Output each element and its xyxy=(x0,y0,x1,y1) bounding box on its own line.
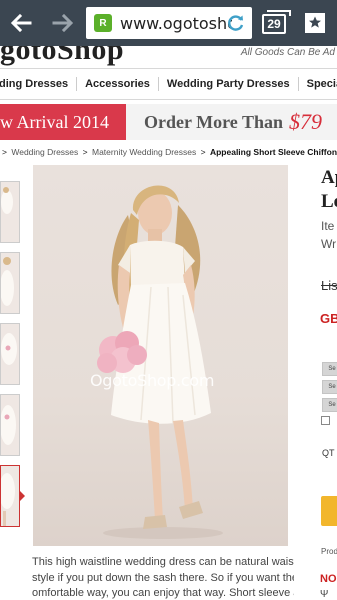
browser-toolbar: R www.ogotoshop.com 29 xyxy=(0,0,337,46)
thumbnail-image xyxy=(1,257,14,306)
back-button[interactable] xyxy=(6,8,36,38)
site-tagline: All Goods Can Be Ad xyxy=(240,47,335,58)
thumbnail-image xyxy=(1,187,13,214)
nav-item-special-occasion[interactable]: Special O xyxy=(299,77,337,91)
sale-price: GB xyxy=(320,311,337,326)
back-arrow-icon xyxy=(10,14,32,32)
nav-item-wedding-party-dresses[interactable]: Wedding Party Dresses xyxy=(159,77,299,91)
new-arrival-text: w Arrival 2014 xyxy=(0,111,109,132)
breadcrumb-wedding-dresses[interactable]: Wedding Dresses xyxy=(11,147,78,157)
breadcrumb-separator: > xyxy=(2,147,7,157)
size-select-button[interactable]: Se xyxy=(322,362,337,376)
description-line: style if you put down the sash there. So… xyxy=(32,571,294,584)
image-watermark: OgotoShop.com xyxy=(90,371,215,390)
option-checkbox[interactable] xyxy=(321,416,330,425)
breadcrumb-maternity-wedding-dresses[interactable]: Maternity Wedding Dresses xyxy=(92,147,196,157)
main-product-image[interactable]: OgotoShop.com xyxy=(33,165,288,546)
thumbnail-image xyxy=(1,333,17,365)
product-description: This high waistline wedding dress can be… xyxy=(32,555,294,600)
reload-icon[interactable] xyxy=(226,13,246,33)
order-more-amount: $79 xyxy=(289,109,322,134)
address-bar[interactable]: R www.ogotoshop.com xyxy=(86,7,252,39)
new-arrival-banner[interactable]: w Arrival 2014 xyxy=(0,104,126,140)
forward-button[interactable] xyxy=(48,8,78,38)
thumbnail-image xyxy=(1,405,16,445)
wr-label: Wr xyxy=(321,237,337,251)
site-logo[interactable]: gotoShop xyxy=(0,46,124,67)
quantity-label: QT xyxy=(322,448,335,458)
breadcrumb-current: Appealing Short Sleeve Chiffon xyxy=(209,147,337,157)
item-number-label: Ite xyxy=(321,219,335,233)
option-select-button[interactable]: Se xyxy=(322,398,337,412)
forward-arrow-icon xyxy=(52,14,74,32)
nav-item-accessories[interactable]: Accessories xyxy=(77,77,159,91)
category-nav: ding Dresses Accessories Wedding Party D… xyxy=(0,68,337,100)
select-button-label: Se xyxy=(328,384,336,390)
thumbnail-1[interactable] xyxy=(0,181,20,243)
nav-item-wedding-dresses[interactable]: ding Dresses xyxy=(0,77,78,91)
thumbnail-image xyxy=(1,473,15,526)
bookmark-icon xyxy=(305,13,325,33)
tabs-icon: 29 xyxy=(262,10,291,34)
thumbnail-3[interactable] xyxy=(0,323,20,385)
promo-banners: w Arrival 2014 Order More Than $79 xyxy=(0,104,337,140)
breadcrumb-separator: > xyxy=(82,147,88,157)
tabs-button[interactable]: 29 xyxy=(262,10,291,34)
bride-photo xyxy=(97,185,223,539)
product-info-label: Prod xyxy=(321,547,337,556)
select-button-label: Se xyxy=(328,402,336,408)
thumbnail-2[interactable] xyxy=(0,252,20,314)
add-to-cart-button[interactable] xyxy=(321,496,337,526)
selected-thumbnail-indicator xyxy=(20,491,25,501)
color-select-button[interactable]: Se xyxy=(322,380,337,394)
order-more-text: Order More Than xyxy=(144,111,283,132)
breadcrumb-separator: > xyxy=(200,147,206,157)
url-text[interactable]: www.ogotoshop.com xyxy=(120,14,232,33)
list-price: Lis xyxy=(321,278,337,293)
notice-label: NO xyxy=(320,573,337,585)
select-button-label: Se xyxy=(328,366,336,372)
product-title-line-1: Ap xyxy=(321,167,337,188)
site-header: gotoShop All Goods Can Be Ad xyxy=(0,46,337,68)
thumbnail-5-selected[interactable] xyxy=(0,465,20,527)
description-line: This high waistline wedding dress can be… xyxy=(32,556,294,568)
site-favicon-icon: R xyxy=(94,14,112,32)
product-title-line-2: Le xyxy=(321,191,337,212)
bookmark-button[interactable] xyxy=(302,10,328,36)
breadcrumb: > Wedding Dresses > Maternity Wedding Dr… xyxy=(0,147,337,161)
order-more-banner[interactable]: Order More Than $79 xyxy=(126,104,337,140)
description-line: omfortable way, you can enjoy that way. … xyxy=(32,587,294,599)
thumbnail-4[interactable] xyxy=(0,394,20,456)
section-mark: Ψ xyxy=(320,589,329,600)
